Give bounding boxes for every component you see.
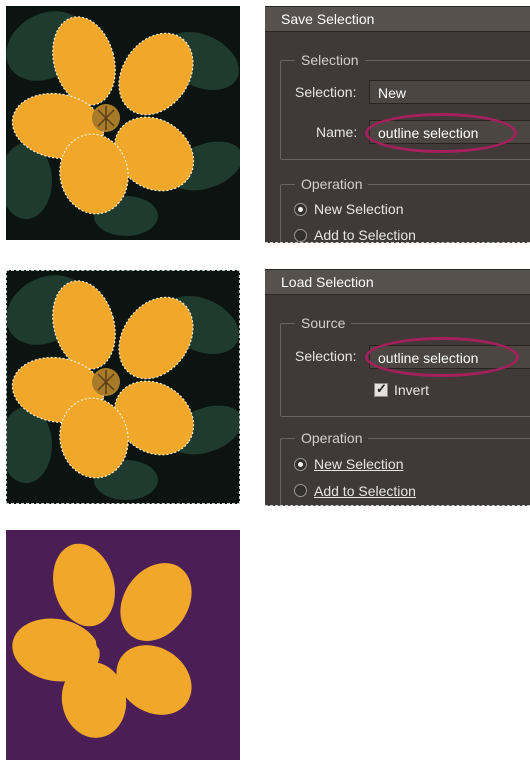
flower-photo-selected [6,6,240,240]
selection-group-label: Selection [295,51,365,69]
selection-dropdown[interactable]: New [369,80,530,104]
new-selection-label: New Selection [314,201,404,217]
operation-group-label: Operation [295,429,369,447]
selection-dropdown-value: New [378,85,407,101]
flower-photo-inverted [6,270,240,504]
selection-label: Selection: [295,84,357,100]
new-selection-label: New Selection [314,456,404,472]
invert-label: Invert [394,382,430,398]
new-selection-radio[interactable] [294,458,307,471]
save-selection-dialog: Save Selection Selection Selection: New … [265,6,530,243]
new-selection-radio[interactable] [294,203,307,216]
invert-checkbox[interactable]: ✓ [374,381,388,397]
add-to-selection-label: Add to Selection [314,483,416,499]
flower-photo-purple-bg [6,530,240,760]
dialog-title: Load Selection [265,270,530,295]
add-to-selection-radio[interactable] [294,229,307,242]
add-to-selection-label: Add to Selection [314,227,416,243]
selection-highlight-oval [365,337,519,377]
selection-label: Selection: [295,348,357,364]
name-label: Name: [316,124,358,140]
load-selection-dialog: Load Selection Source Selection: outline… [265,269,530,506]
crop-edge [265,242,530,243]
source-group-label: Source [295,314,352,332]
add-to-selection-radio[interactable] [294,484,307,497]
name-highlight-oval [365,113,517,153]
operation-group-label: Operation [295,175,369,193]
crop-edge [265,505,530,506]
dialog-title: Save Selection [265,7,530,32]
